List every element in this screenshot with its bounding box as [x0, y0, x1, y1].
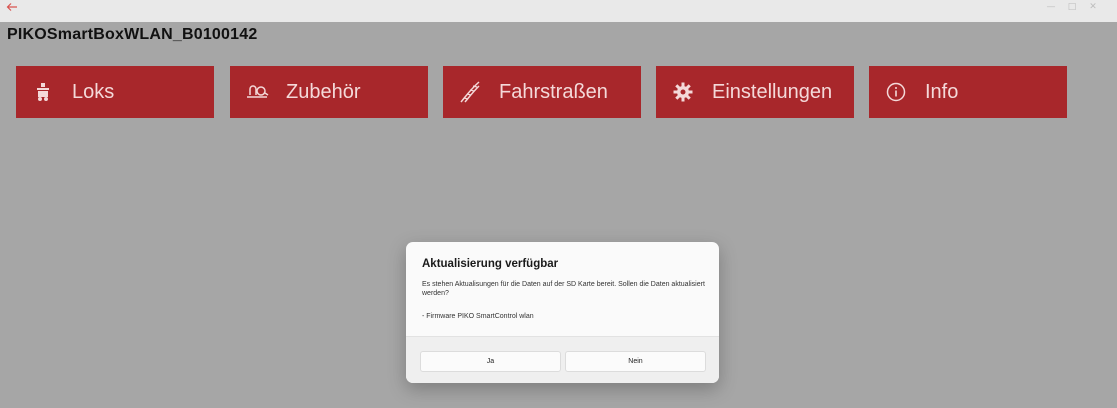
dialog-footer: Ja Nein	[406, 336, 719, 383]
locomotive-icon	[30, 79, 56, 105]
nav-tile-loks[interactable]: Loks	[16, 66, 214, 118]
route-icon	[457, 79, 483, 105]
nav-label: Fahrstraßen	[499, 80, 608, 103]
dialog-update-item: - Firmware PIKO SmartControl wlan	[422, 313, 534, 320]
arrow-left-icon	[6, 3, 17, 11]
yes-button[interactable]: Ja	[420, 351, 561, 372]
back-button[interactable]	[6, 1, 20, 15]
nav-label: Einstellungen	[712, 80, 833, 103]
app-title: PIKOSmartBoxWLAN_B0100142	[7, 26, 258, 43]
title-bar: — □ ✕	[0, 0, 1117, 22]
update-dialog: Aktualisierung verfügbar Es stehen Aktua…	[406, 242, 719, 383]
accessory-icon	[244, 79, 270, 105]
minimize-button[interactable]: —	[1041, 1, 1061, 13]
nav-tile-zubehoer[interactable]: Zubehör	[230, 66, 428, 118]
app-window: — □ ✕ PIKOSmartBoxWLAN_B0100142 Loks Zub…	[0, 0, 1117, 408]
dialog-title: Aktualisierung verfügbar	[422, 258, 559, 270]
nav-label: Loks	[72, 80, 115, 103]
nav-tile-einstellungen[interactable]: Einstellungen	[656, 66, 854, 118]
no-button[interactable]: Nein	[565, 351, 706, 372]
dialog-message: Es stehen Aktualisungen für die Daten au…	[422, 281, 705, 297]
nav-tile-fahrstrassen[interactable]: Fahrstraßen	[443, 66, 641, 118]
nav-label: Info	[925, 80, 959, 103]
nav-tile-info[interactable]: Info	[869, 66, 1067, 118]
close-button[interactable]: ✕	[1083, 1, 1103, 13]
gear-icon	[670, 79, 696, 105]
info-icon	[883, 79, 909, 105]
nav-label: Zubehör	[286, 80, 361, 103]
maximize-button[interactable]: □	[1062, 1, 1082, 13]
